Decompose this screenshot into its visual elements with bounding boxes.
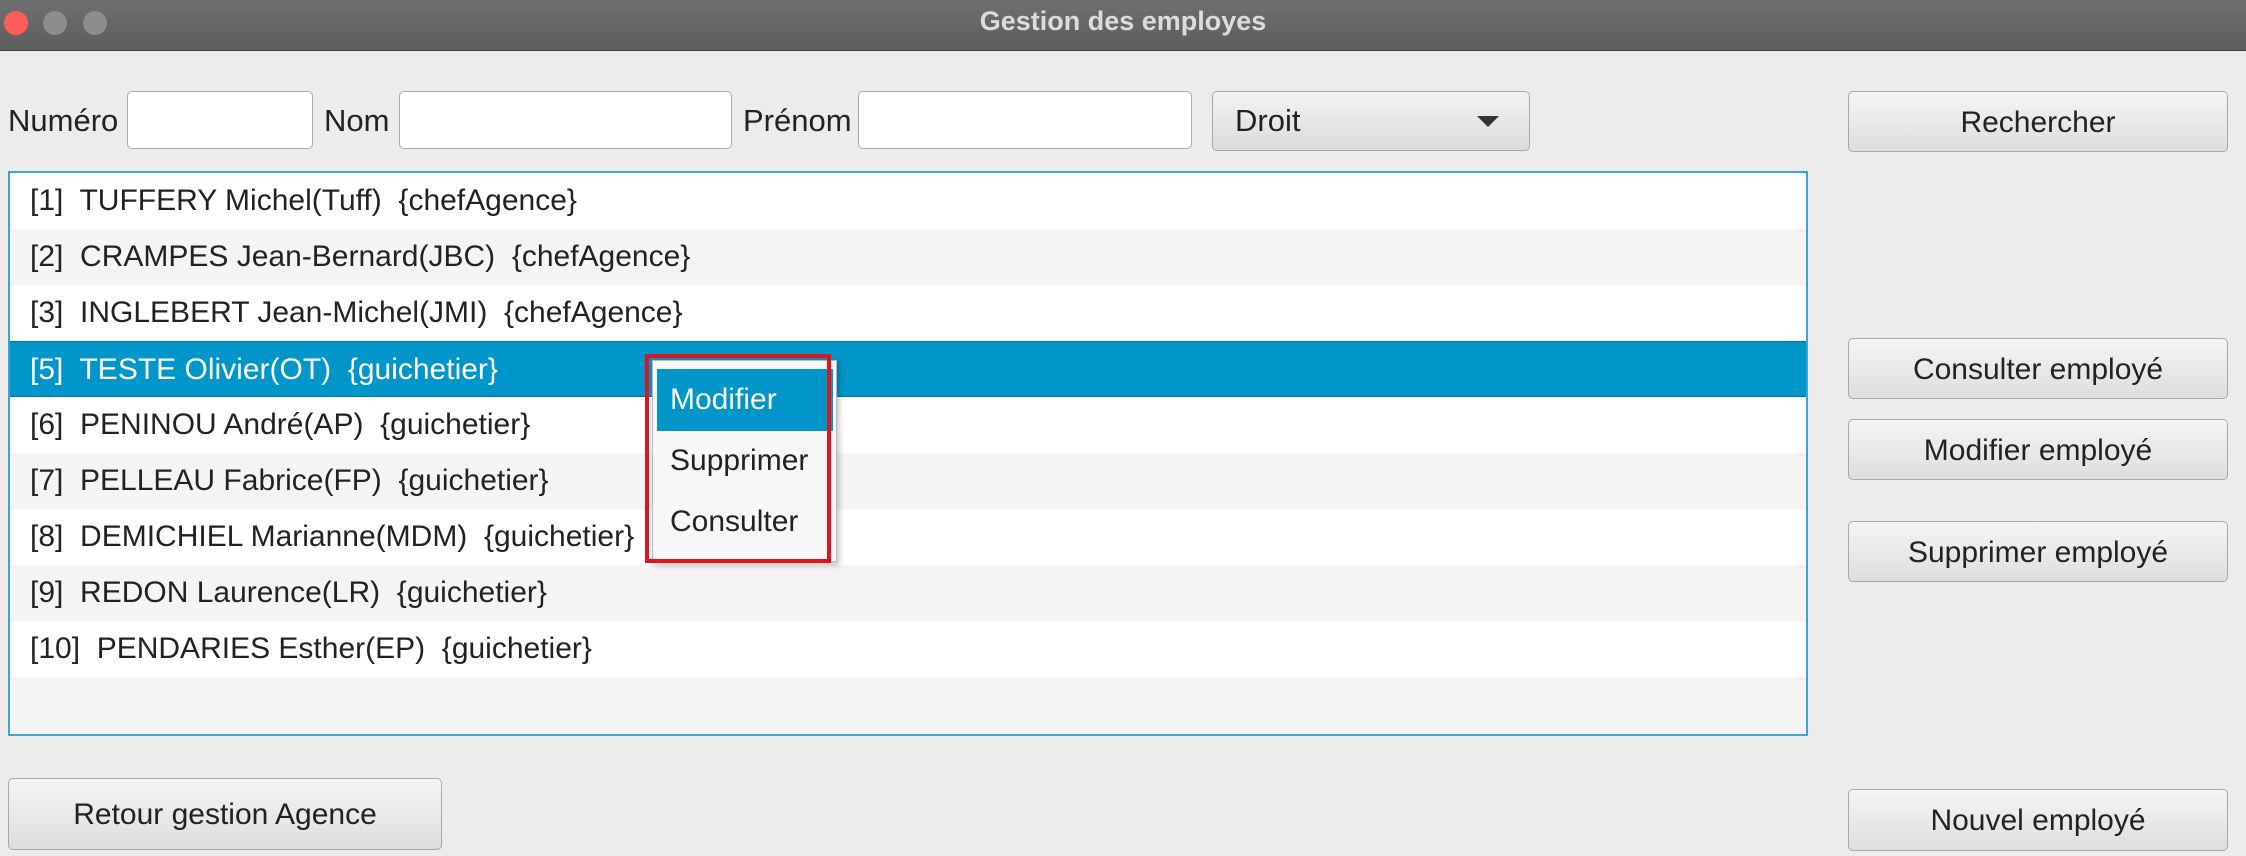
nouvel-employe-button[interactable]: Nouvel employé bbox=[1848, 789, 2228, 851]
context-menu-item-consulter[interactable]: Consulter bbox=[657, 491, 833, 553]
employee-row[interactable]: [8] DEMICHIEL Marianne(MDM) {guichetier} bbox=[10, 509, 1806, 565]
context-menu-item-modifier[interactable]: Modifier bbox=[657, 369, 833, 431]
title-bar: Gestion des employes bbox=[0, 0, 2246, 51]
employee-row[interactable]: [5] TESTE Olivier(OT) {guichetier} bbox=[10, 341, 1806, 397]
prenom-label: Prénom bbox=[743, 103, 852, 138]
supprimer-employe-button[interactable]: Supprimer employé bbox=[1848, 521, 2228, 582]
rechercher-button[interactable]: Rechercher bbox=[1848, 91, 2228, 152]
window-title: Gestion des employes bbox=[979, 6, 1267, 36]
employee-row[interactable]: [3] INGLEBERT Jean-Michel(JMI) {chefAgen… bbox=[10, 285, 1806, 341]
consulter-employe-button[interactable]: Consulter employé bbox=[1848, 338, 2228, 399]
droit-dropdown[interactable]: Droit bbox=[1212, 91, 1530, 151]
dropdown-arrow-icon bbox=[1477, 116, 1499, 127]
prenom-input[interactable] bbox=[858, 91, 1192, 149]
numero-input[interactable] bbox=[127, 91, 313, 149]
employee-row[interactable]: [6] PENINOU André(AP) {guichetier} bbox=[10, 397, 1806, 453]
context-menu: Modifier Supprimer Consulter bbox=[652, 360, 837, 562]
app-window: Gestion des employes Numéro Nom Prénom D… bbox=[0, 0, 2246, 856]
nom-label: Nom bbox=[324, 103, 390, 138]
numero-label: Numéro bbox=[8, 103, 119, 138]
employee-row[interactable]: [7] PELLEAU Fabrice(FP) {guichetier} bbox=[10, 453, 1806, 509]
employee-row[interactable]: [2] CRAMPES Jean-Bernard(JBC) {chefAgenc… bbox=[10, 229, 1806, 285]
modifier-employe-button[interactable]: Modifier employé bbox=[1848, 419, 2228, 480]
employee-row[interactable]: [9] REDON Laurence(LR) {guichetier} bbox=[10, 565, 1806, 621]
employee-list[interactable]: [1] TUFFERY Michel(Tuff) {chefAgence} [2]… bbox=[8, 171, 1808, 736]
employee-row[interactable]: [1] TUFFERY Michel(Tuff) {chefAgence} bbox=[10, 173, 1806, 229]
droit-selected-value: Droit bbox=[1235, 103, 1301, 138]
nom-input[interactable] bbox=[399, 91, 732, 149]
context-menu-item-supprimer[interactable]: Supprimer bbox=[657, 430, 833, 492]
employee-row[interactable]: [10] PENDARIES Esther(EP) {guichetier} bbox=[10, 621, 1806, 677]
retour-gestion-agence-button[interactable]: Retour gestion Agence bbox=[8, 778, 442, 850]
empty-row[interactable] bbox=[10, 677, 1806, 733]
